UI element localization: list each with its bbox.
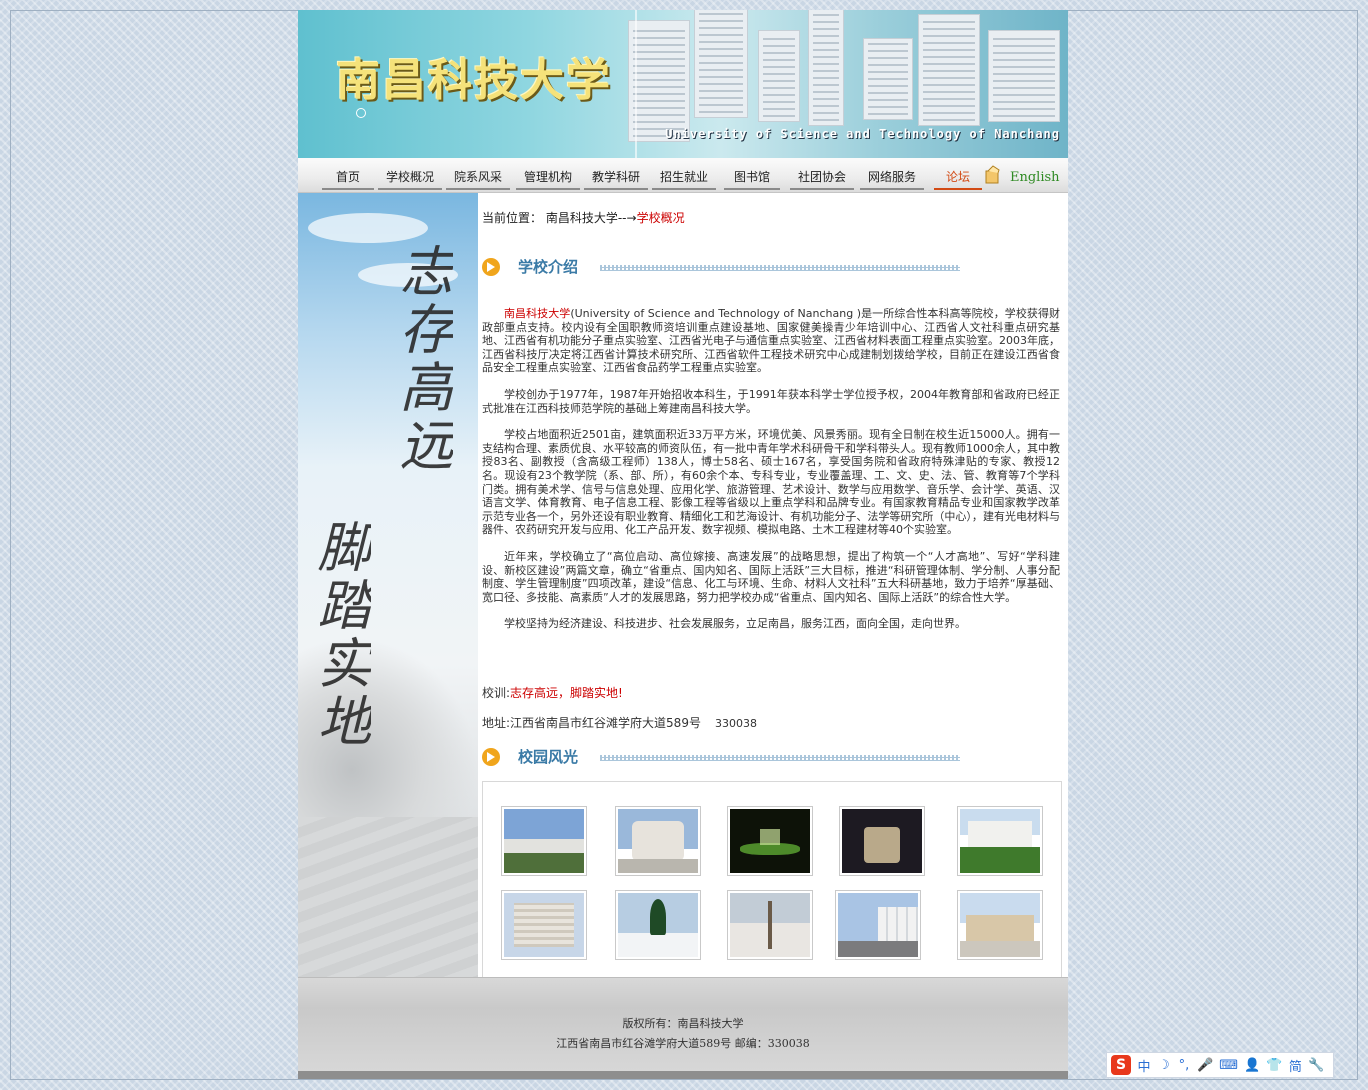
footer-address: 江西省南昌市红谷滩学府大道589号 邮编：330038 (556, 1037, 810, 1050)
school-name-highlight: 南昌科技大学 (504, 307, 571, 320)
banner-divider (635, 10, 637, 158)
ime-chinese-mode[interactable]: 中 (1137, 1056, 1151, 1075)
arrow-icon (482, 748, 500, 766)
plaza-pavement (298, 817, 478, 977)
school-address: 地址:江西省南昌市红谷滩学府大道589号 330038 (482, 714, 757, 731)
banner-building (694, 10, 748, 118)
english-icon (985, 165, 1000, 184)
gallery-thumb-snow-road-buildings[interactable] (835, 890, 921, 960)
banner-dot (356, 108, 366, 118)
intro-paragraph-3: 学校占地面积近2501亩，建筑面积近33万平方米，环境优美、风景秀丽。现有全日制… (482, 428, 1060, 537)
address-zip: 330038 (714, 717, 757, 730)
gallery-thumb-snow-field[interactable] (727, 890, 813, 960)
footer: 版权所有：南昌科技大学 江西省南昌市红谷滩学府大道589号 邮编：330038 (298, 977, 1068, 1079)
footer-copyright: 版权所有：南昌科技大学 (622, 1017, 744, 1030)
punctuation-icon[interactable]: °, (1177, 1058, 1191, 1073)
intro-paragraph-4: 近年来，学校确立了“高位启动、高位嫁接、高速发展”的战略思想，提出了构筑一个“人… (482, 549, 1060, 604)
gallery-thumb-snow-tree[interactable] (615, 890, 701, 960)
banner-building (863, 38, 913, 120)
nav-forum[interactable]: 论坛 (934, 168, 982, 190)
header-banner: 南昌科技大学 University of Science and Technol… (298, 10, 1068, 158)
gallery-thumb-sculpture-wall[interactable] (957, 890, 1043, 960)
gallery-thumb-garden-buildings[interactable] (957, 806, 1043, 876)
gallery-thumb-stone-sculpture[interactable] (615, 806, 701, 876)
banner-building (758, 30, 800, 122)
breadcrumb-parent-link[interactable]: 南昌科技大学--→ (546, 211, 637, 225)
nav-admissions[interactable]: 招生就业 (652, 168, 716, 190)
dotted-divider (600, 755, 960, 761)
intro-paragraph-5: 学校坚持为经济建设、科技进步、社会发展服务，立足南昌，服务江西，面向全国，走向世… (504, 617, 966, 631)
nav-about[interactable]: 学校概况 (378, 168, 442, 190)
nav-home[interactable]: 首页 (322, 168, 374, 190)
nav-departments[interactable]: 院系风采 (446, 168, 510, 190)
keyboard-icon[interactable]: ⌨ (1219, 1058, 1238, 1073)
intro-paragraph-2: 学校创办于1977年，1987年开始招收本科生，于1991年获本科学士学位授予权… (482, 387, 1060, 415)
section-title-intro: 学校介绍 (518, 258, 579, 276)
calligraphy-motto-2: 脚踏实地 (308, 519, 371, 751)
intro-paragraph-1: 南昌科技大学(University of Science and Technol… (482, 307, 1060, 375)
breadcrumb-current[interactable]: 学校概况 (637, 211, 685, 225)
school-motto: 校训:志存高远，脚踏实地! (482, 684, 623, 701)
gallery-thumb-campus-building[interactable] (501, 806, 587, 876)
breadcrumb-label: 当前位置： (482, 211, 543, 225)
address-text: 地址:江西省南昌市红谷滩学府大道589号 (482, 716, 701, 730)
ime-toolbar: S 中 ☽ °, 🎤 ⌨ 👤 👕 简 🔧 (1106, 1052, 1334, 1078)
skin-icon[interactable]: 👕 (1266, 1058, 1282, 1073)
wrench-icon[interactable]: 🔧 (1308, 1058, 1324, 1073)
motto-label: 校训: (482, 686, 511, 700)
main-nav: 首页 学校概况 院系风采 管理机构 教学科研 招生就业 图书馆 社团协会 网络服… (298, 158, 1068, 193)
nav-administration[interactable]: 管理机构 (516, 168, 580, 190)
sogou-logo-icon[interactable]: S (1111, 1055, 1131, 1075)
section-header-intro: 学校介绍 (482, 256, 962, 278)
banner-building (808, 10, 844, 126)
main-content: 当前位置： 南昌科技大学--→学校概况 学校介绍 南昌科技大学(Universi… (482, 193, 1064, 983)
nav-teaching-research[interactable]: 教学科研 (584, 168, 648, 190)
calligraphy-motto-1: 志存高远 (390, 243, 453, 475)
motto-value: 志存高远，脚踏实地! (510, 686, 623, 700)
nav-library[interactable]: 图书馆 (724, 168, 780, 190)
gallery-thumb-night-sculpture[interactable] (839, 806, 925, 876)
nav-english[interactable]: English (1010, 170, 1060, 185)
school-title: 南昌科技大学 (336, 55, 612, 106)
section-title-gallery: 校园风光 (518, 748, 579, 766)
banner-building (988, 30, 1060, 122)
nav-clubs[interactable]: 社团协会 (790, 168, 854, 190)
campus-gallery (482, 781, 1062, 983)
dotted-divider (600, 265, 960, 271)
gallery-thumb-dormitory-blocks[interactable] (501, 890, 587, 960)
page-container: 南昌科技大学 University of Science and Technol… (298, 10, 1068, 1079)
microphone-icon[interactable]: 🎤 (1197, 1058, 1213, 1073)
section-header-gallery: 校园风光 (482, 746, 962, 768)
arrow-icon (482, 258, 500, 276)
side-decoration: 志存高远 脚踏实地 (298, 193, 478, 977)
moon-icon[interactable]: ☽ (1157, 1058, 1171, 1073)
footer-bar (298, 1071, 1068, 1079)
gallery-thumb-night-fountain[interactable] (727, 806, 813, 876)
banner-building (628, 20, 690, 142)
nav-network[interactable]: 网络服务 (860, 168, 924, 190)
user-icon[interactable]: 👤 (1244, 1058, 1260, 1073)
cloud (308, 213, 428, 243)
ime-simplified[interactable]: 简 (1288, 1056, 1302, 1075)
banner-building (918, 14, 980, 126)
intro-text: 南昌科技大学(University of Science and Technol… (482, 307, 1060, 644)
school-english-title: University of Science and Technology of … (665, 127, 1060, 141)
breadcrumb: 当前位置： 南昌科技大学--→学校概况 (482, 209, 685, 226)
